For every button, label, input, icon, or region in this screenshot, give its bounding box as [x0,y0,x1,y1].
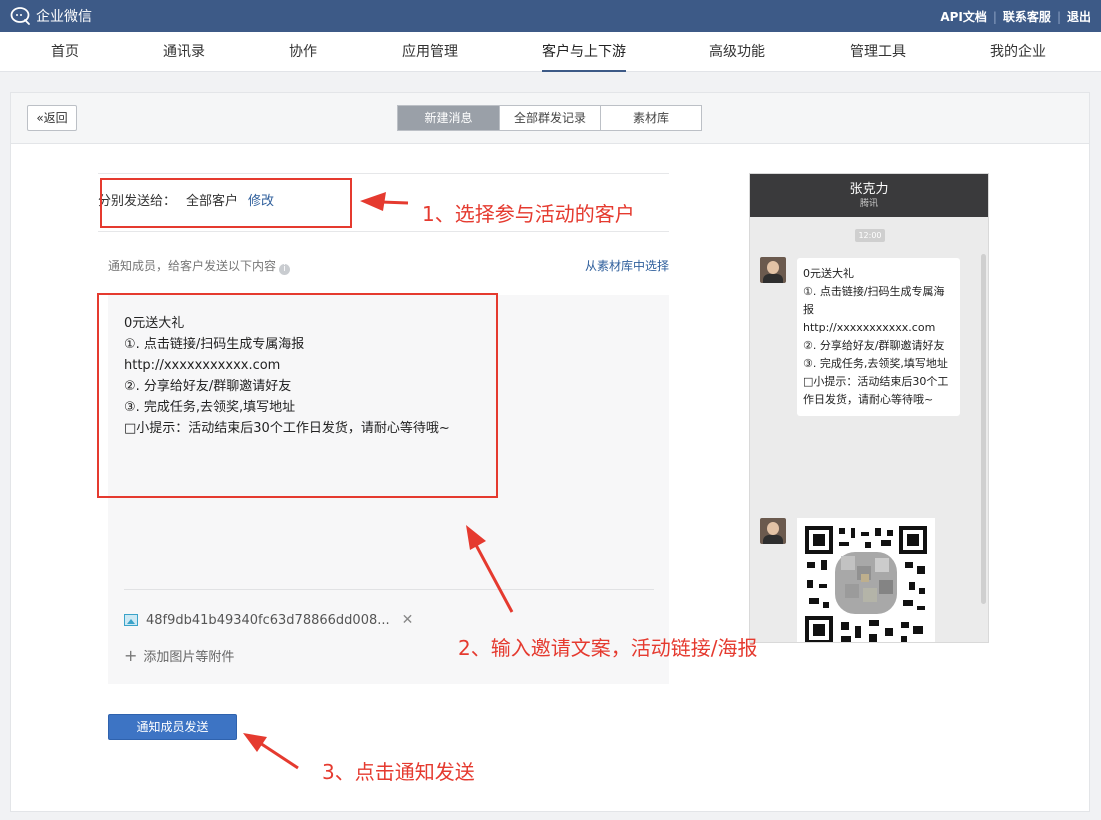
arrow-icon [243,733,299,770]
arrow-icon [360,192,409,211]
annotation-arrows [243,192,514,770]
arrow-icon [466,525,514,613]
